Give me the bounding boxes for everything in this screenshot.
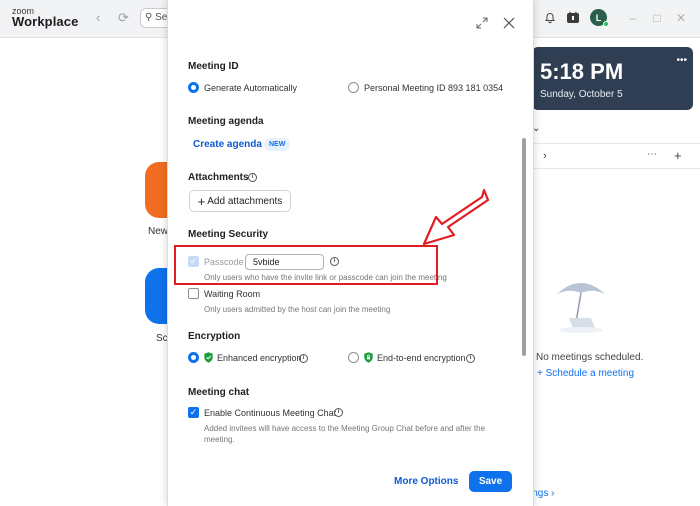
scrollbar[interactable] (522, 138, 526, 356)
beach-umbrella-illustration (557, 283, 605, 333)
search-placeholder: Se (155, 12, 168, 23)
more-options-icon[interactable]: ⋯ (647, 149, 657, 160)
expand-icon[interactable] (476, 16, 488, 32)
waiting-room-label: Waiting Room (204, 289, 261, 299)
clock-date: Sunday, October 5 (540, 89, 623, 100)
radio-generate-automatically[interactable] (188, 82, 199, 93)
meeting-security-title: Meeting Security (188, 229, 269, 240)
schedule-tile[interactable] (145, 268, 169, 324)
new-meeting-label: New (148, 226, 169, 237)
whiteboard-icon[interactable] (564, 9, 582, 27)
meeting-chat-title: Meeting chat (188, 387, 250, 398)
bell-icon[interactable] (541, 9, 559, 27)
encryption-title: Encryption (188, 331, 241, 342)
continuous-chat-label: Enable Continuous Meeting Chat (204, 408, 337, 418)
chat-hint-line2: meeting. (204, 435, 235, 444)
continuous-chat-checkbox[interactable]: ✓ (188, 407, 199, 418)
waiting-room-hint: Only users admitted by the host can join… (204, 305, 391, 314)
more-options-button[interactable]: More Options (394, 476, 458, 487)
radio-personal-meeting-id[interactable] (348, 82, 359, 93)
close-window-icon[interactable]: ✕ (672, 9, 690, 27)
meeting-id-title: Meeting ID (188, 61, 239, 72)
schedule-meeting-link[interactable]: + Schedule a meeting (537, 368, 634, 379)
add-icon[interactable]: + (674, 148, 682, 163)
info-icon[interactable]: i (248, 173, 257, 182)
close-icon[interactable] (503, 16, 515, 32)
shield-icon (204, 352, 213, 363)
annotation-arrow-icon (422, 188, 490, 246)
personal-meeting-id-label: Personal Meeting ID 893 181 0354 (364, 83, 504, 93)
enhanced-info-icon[interactable]: i (299, 354, 308, 363)
end-to-end-encryption-label: End-to-end encryption (377, 353, 466, 363)
waiting-room-checkbox[interactable] (188, 288, 199, 299)
brand-logo: Workplace (12, 14, 79, 29)
more-icon[interactable]: ••• (676, 55, 687, 66)
plus-icon: + (197, 193, 206, 209)
add-attachments-label: Add attachments (207, 195, 283, 207)
radio-end-to-end-encryption[interactable] (348, 352, 359, 363)
enhanced-encryption-label: Enhanced encryption (217, 353, 302, 363)
minimize-icon[interactable]: – (624, 9, 642, 27)
create-agenda-link[interactable]: Create agenda (193, 139, 262, 150)
chevron-right-icon[interactable]: › (543, 150, 547, 162)
add-attachments-button[interactable]: + Add attachments (189, 190, 291, 212)
no-meetings-text: No meetings scheduled. (536, 352, 644, 363)
annotation-highlight-box (174, 245, 438, 285)
clock-time: 5:18 PM (540, 59, 624, 84)
attachments-title: Attachments (188, 172, 249, 183)
status-dot (603, 21, 609, 27)
schedule-meeting-label: Schedule a meeting (545, 368, 635, 379)
e2e-info-icon[interactable]: i (466, 354, 475, 363)
meeting-agenda-title: Meeting agenda (188, 116, 264, 127)
maximize-icon[interactable]: □ (648, 9, 666, 27)
chat-info-icon[interactable]: i (334, 408, 343, 417)
generate-automatically-label: Generate Automatically (204, 83, 298, 93)
save-button[interactable]: Save (469, 471, 512, 492)
back-icon[interactable]: ‹ (96, 10, 100, 25)
new-badge: NEW (264, 138, 291, 151)
clock-card: 5:18 PM Sunday, October 5 ••• (532, 47, 693, 110)
shield-lock-icon (364, 352, 373, 363)
history-icon[interactable]: ⟳ (118, 10, 129, 26)
new-meeting-tile[interactable] (145, 162, 169, 218)
radio-enhanced-encryption[interactable] (188, 352, 199, 363)
chat-hint-line1: Added invitees will have access to the M… (204, 424, 486, 433)
calendar-toolbar: › ⋯ + (532, 143, 700, 169)
